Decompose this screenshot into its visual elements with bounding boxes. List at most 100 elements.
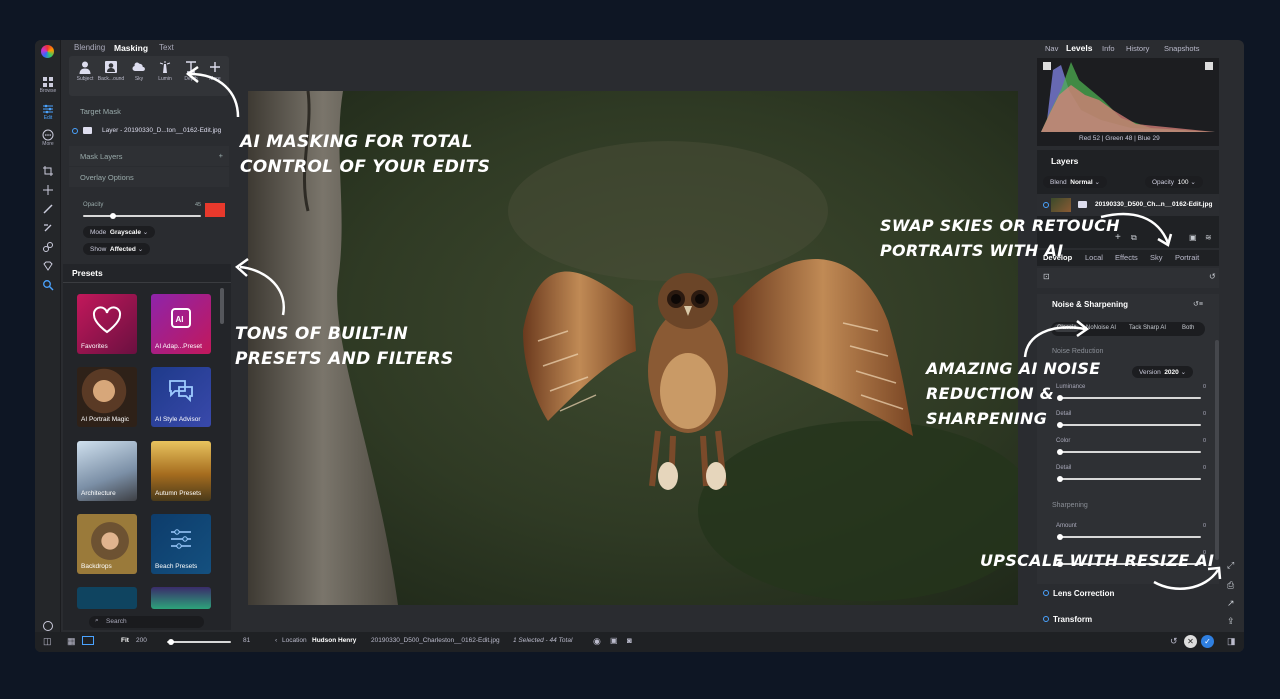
tab-nav[interactable]: Nav	[1045, 44, 1058, 53]
mask-layers-section[interactable]: Mask Layers +	[69, 146, 229, 166]
tab-levels[interactable]: Levels	[1066, 43, 1092, 53]
mask-luminance-button[interactable]: Lumin	[151, 60, 179, 82]
preset-tile-partial[interactable]	[77, 587, 137, 609]
preset-tile-favorites[interactable]: Favorites	[77, 294, 137, 354]
camera-icon	[1078, 201, 1087, 208]
tab-info[interactable]: Info	[1102, 44, 1115, 53]
tab-sky[interactable]: Sky	[1150, 253, 1163, 262]
mask-tool-label: Sky	[134, 76, 144, 82]
noise-title[interactable]: Noise & Sharpening	[1052, 300, 1128, 309]
retouch-tool[interactable]	[38, 222, 58, 234]
move-tool[interactable]	[38, 184, 58, 196]
zoom-tool[interactable]	[38, 279, 58, 291]
crop-tool[interactable]	[38, 165, 58, 177]
tab-blending[interactable]: Blending	[74, 43, 105, 52]
panel-toggle-icon[interactable]: ◨	[1227, 636, 1236, 647]
tab-portrait[interactable]: Portrait	[1175, 253, 1199, 262]
share-icon[interactable]: ↗	[1227, 598, 1235, 609]
browse-button[interactable]: Browse	[38, 76, 58, 94]
mask-sky-button[interactable]: Sky	[125, 60, 153, 82]
fit-button[interactable]: Fit	[121, 637, 129, 644]
filename[interactable]: 20190330_D500_Charleston__0162-Edit.jpg	[371, 637, 500, 644]
chat-bubbles-icon	[169, 380, 193, 403]
lens-toggle-icon[interactable]	[1043, 590, 1049, 596]
preset-tile-ai-style-advisor[interactable]: AI Style Advisor	[151, 367, 211, 427]
tab-history[interactable]: History	[1126, 44, 1149, 53]
mode-both[interactable]: Both	[1182, 325, 1194, 331]
add-mask-icon[interactable]: +	[219, 151, 223, 160]
zoom-value[interactable]: 200	[136, 637, 147, 644]
tab-text[interactable]: Text	[159, 43, 174, 52]
presets-search-input[interactable]: ⌕ Search	[89, 616, 204, 628]
preset-tile-autumn[interactable]: Autumn Presets	[151, 441, 211, 501]
layers-stack-icon[interactable]: ≋	[1205, 233, 1212, 242]
clone-tool[interactable]	[38, 241, 58, 253]
annotation-line: Sharpening	[926, 409, 1048, 428]
right-scrollbar[interactable]	[1215, 340, 1219, 560]
zoom-slider-track[interactable]	[167, 641, 231, 643]
presets-scrollbar[interactable]	[220, 288, 224, 324]
undo-icon[interactable]: ↺	[1170, 636, 1178, 647]
preset-tile-beach[interactable]: Beach Presets	[151, 514, 211, 574]
preset-tile-aurora[interactable]	[151, 587, 211, 609]
gem-tool[interactable]	[38, 260, 58, 272]
preview-icon[interactable]: ◙	[627, 636, 632, 645]
noise-slider-track[interactable]	[1059, 451, 1201, 453]
cloud-sun-icon	[132, 62, 145, 71]
preset-tile-ai-portrait[interactable]: AI Portrait Magic	[77, 367, 137, 427]
develop-toolbar: ⊡ ↺	[1037, 268, 1219, 288]
preset-tile-ai-adaptive[interactable]: AI AI Adap...Preset	[151, 294, 211, 354]
brush-tool[interactable]	[38, 203, 58, 215]
mask-subject-button[interactable]: Subject	[71, 60, 99, 82]
opacity-slider-track[interactable]	[83, 215, 201, 217]
help-button[interactable]	[38, 620, 58, 632]
mode-tack-sharp-ai[interactable]: Tack Sharp AI	[1129, 325, 1166, 331]
layer-visibility-icon[interactable]	[1043, 202, 1049, 208]
export-icon[interactable]: ⇪	[1227, 616, 1235, 627]
preset-tile-architecture[interactable]: Architecture	[77, 441, 137, 501]
blend-dropdown[interactable]: Blend Normal ⌄	[1043, 176, 1107, 188]
overlay-color-swatch[interactable]	[205, 203, 225, 217]
merge-layer-icon[interactable]: ▣	[1189, 233, 1197, 242]
reset-icon[interactable]: ↺	[1209, 272, 1216, 281]
layer-opacity-dropdown[interactable]: Opacity 100 ⌄	[1145, 176, 1203, 188]
version-dropdown[interactable]: Version 2020 ⌄	[1132, 366, 1194, 378]
eye-icon[interactable]: ◉	[593, 636, 601, 647]
noise-slider-knob[interactable]	[1057, 449, 1063, 455]
overlay-options-section[interactable]: Overlay Options	[69, 167, 229, 187]
zoom-slider-knob[interactable]	[168, 639, 174, 645]
noise-slider-track[interactable]	[1059, 478, 1201, 480]
sidebar-toggle-icon[interactable]: ◫	[43, 636, 52, 647]
preset-label: Beach Presets	[155, 563, 198, 570]
tab-masking[interactable]: Masking	[114, 43, 148, 53]
single-view-icon[interactable]	[82, 636, 94, 645]
presets-toggle-icon[interactable]: ⊡	[1043, 272, 1050, 281]
opacity-slider-knob[interactable]	[109, 213, 116, 219]
compare-icon[interactable]: ▣	[610, 636, 618, 645]
transform-toggle-icon[interactable]	[1043, 616, 1049, 622]
back-chevron-icon[interactable]: ‹	[275, 637, 277, 644]
layer-radio-icon[interactable]	[72, 128, 78, 134]
tab-snapshots[interactable]: Snapshots	[1164, 44, 1199, 53]
edit-button[interactable]: Edit	[38, 103, 58, 121]
mode-dropdown[interactable]: Mode Grayscale ⌄	[83, 226, 156, 238]
noise-slider-value: 0	[1203, 438, 1207, 444]
transform-section[interactable]: Transform	[1037, 610, 1219, 630]
location-value[interactable]: Hudson Henry	[312, 637, 356, 644]
noise-slider-value: 0	[1203, 411, 1207, 417]
sharpening-slider-knob[interactable]	[1057, 534, 1063, 540]
sliders-icon	[171, 529, 191, 549]
browse-label: Browse	[39, 88, 57, 94]
sharpening-slider-track[interactable]	[1059, 536, 1201, 538]
preset-tile-backdrops[interactable]: Backdrops	[77, 514, 137, 574]
cancel-icon[interactable]: ✕	[1184, 635, 1197, 648]
grid-view-icon[interactable]: ▦	[67, 636, 76, 647]
more-button[interactable]: More	[38, 129, 58, 147]
opacity-value: 45	[195, 202, 202, 208]
noise-slider-knob[interactable]	[1057, 476, 1063, 482]
mask-background-button[interactable]: Back...ound	[97, 60, 125, 82]
mask-layer-row[interactable]: Layer - 20190330_D...ton__0162-Edit.jpg	[69, 126, 229, 140]
show-dropdown[interactable]: Show Affected ⌄	[83, 243, 151, 255]
done-icon[interactable]: ✓	[1201, 635, 1214, 648]
panel-menu-icon[interactable]: ↺≡	[1193, 300, 1203, 308]
